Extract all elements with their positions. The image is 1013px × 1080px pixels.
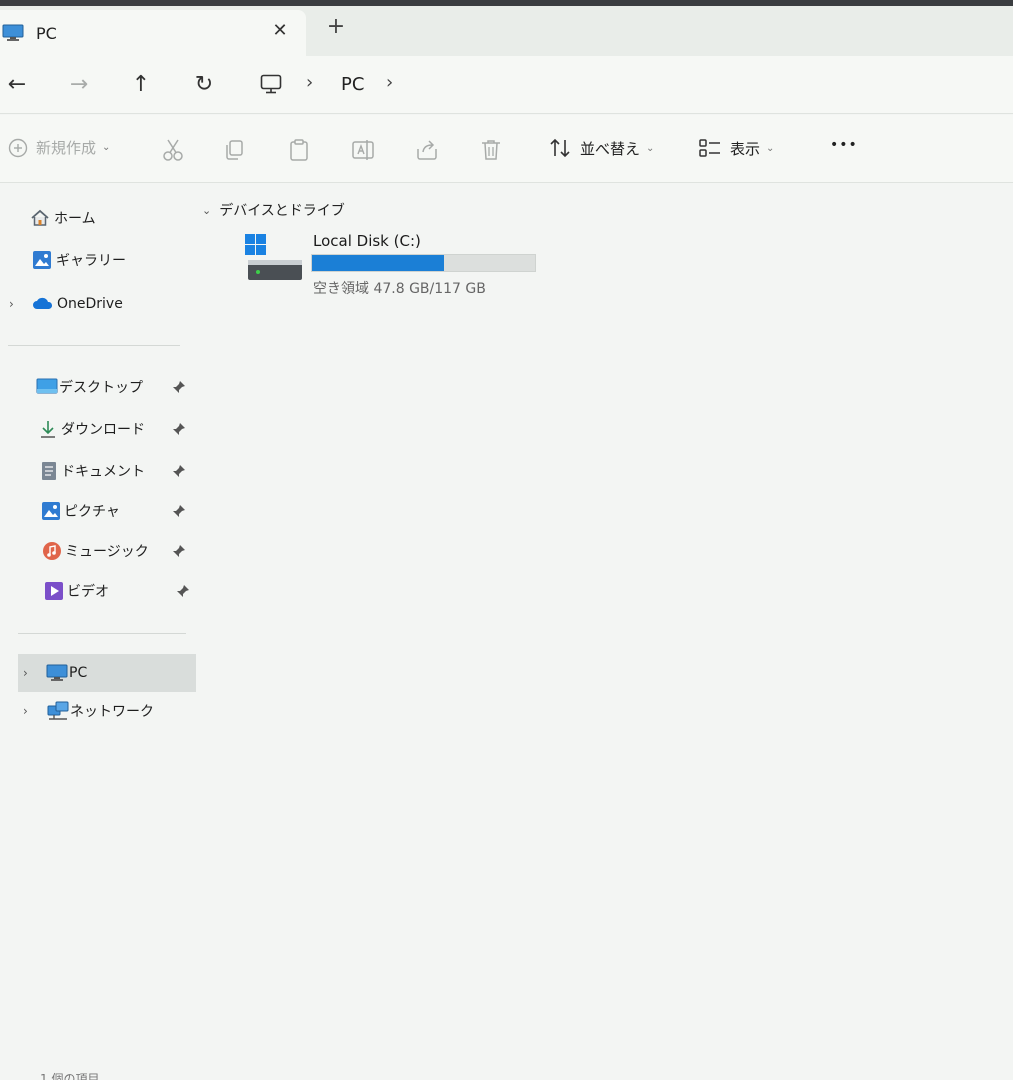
forward-button[interactable]: → — [64, 72, 94, 98]
chevron-down-icon: ⌄ — [646, 142, 655, 154]
chevron-down-icon[interactable]: ⌄ — [202, 204, 211, 217]
sidebar-item-pictures[interactable]: ピクチャ — [0, 492, 196, 530]
rename-icon[interactable] — [350, 137, 376, 163]
delete-icon[interactable] — [478, 137, 504, 163]
monitor-icon[interactable] — [260, 74, 282, 98]
new-button[interactable]: 新規作成 ⌄ — [8, 137, 110, 158]
view-label: 表示 — [730, 139, 761, 158]
network-icon — [47, 701, 69, 721]
documents-icon — [40, 461, 60, 481]
sidebar-item-label: ミュージック — [65, 544, 149, 560]
sidebar-item-label: ギャラリー — [56, 253, 126, 269]
sidebar-divider — [8, 345, 180, 346]
chevron-right-icon[interactable]: › — [23, 704, 28, 718]
plus-circle-icon — [8, 138, 28, 157]
pin-icon[interactable] — [172, 544, 186, 558]
pin-icon[interactable] — [172, 380, 186, 394]
pc-icon — [2, 24, 24, 46]
up-button[interactable]: ↑ — [126, 72, 156, 98]
new-button-label: 新規作成 — [36, 139, 97, 157]
sidebar-item-onedrive[interactable]: › OneDrive — [0, 285, 196, 323]
chevron-right-icon[interactable]: › — [23, 666, 28, 680]
back-button[interactable]: ← — [2, 72, 32, 98]
drive-item[interactable]: Local Disk (C:) 空き領域 47.8 GB/117 GB — [244, 232, 544, 302]
sidebar-item-label: ネットワーク — [70, 704, 154, 720]
sidebar-item-label: ドキュメント — [61, 464, 145, 480]
sidebar-item-network[interactable]: › ネットワーク — [18, 692, 196, 730]
more-options-button[interactable]: ••• — [830, 137, 858, 153]
pin-icon[interactable] — [172, 504, 186, 518]
drive-name: Local Disk (C:) — [313, 232, 421, 250]
tab-bar: PC ✕ + — [0, 6, 1013, 56]
view-button[interactable]: 表示 ⌄ — [698, 137, 774, 159]
pin-icon[interactable] — [172, 464, 186, 478]
download-icon — [38, 419, 58, 439]
new-tab-button[interactable]: + — [322, 14, 350, 39]
sort-label: 並べ替え — [580, 139, 641, 158]
chevron-right-icon[interactable]: › — [9, 297, 14, 311]
refresh-button[interactable]: ↻ — [189, 72, 219, 98]
command-bar: 新規作成 ⌄ 並べ替え ⌄ 表示 ⌄ ••• — [0, 115, 1013, 183]
drive-usage-fill — [312, 255, 444, 271]
chevron-down-icon: ⌄ — [766, 142, 775, 154]
file-explorer-window: PC ✕ + ← → ↑ ↻ › PC › 新規作成 ⌄ 並べ替え ⌄ 表示 ⌄… — [0, 0, 1013, 1080]
pc-icon — [46, 663, 68, 683]
pictures-icon — [41, 501, 61, 521]
sort-icon — [550, 138, 570, 158]
gallery-icon — [32, 250, 52, 270]
sidebar-item-label: デスクトップ — [59, 380, 143, 396]
paste-icon[interactable] — [286, 137, 312, 163]
drive-free-space: 空き領域 47.8 GB/117 GB — [313, 281, 486, 297]
sidebar-item-pc[interactable]: › PC — [18, 654, 196, 692]
pin-icon[interactable] — [176, 584, 190, 598]
sidebar-item-label: ピクチャ — [64, 504, 120, 520]
breadcrumb-separator[interactable]: › — [306, 72, 313, 93]
sidebar-item-videos[interactable]: ビデオ — [0, 572, 196, 610]
sidebar-item-documents[interactable]: ドキュメント — [0, 452, 196, 490]
address-bar: ← → ↑ ↻ › PC › — [0, 56, 1013, 114]
chevron-down-icon: ⌄ — [102, 142, 111, 153]
drive-icon — [244, 232, 304, 288]
sidebar-item-gallery[interactable]: ギャラリー — [0, 241, 196, 279]
sidebar-item-downloads[interactable]: ダウンロード — [0, 410, 196, 448]
sidebar-item-label: OneDrive — [57, 296, 123, 312]
copy-icon[interactable] — [222, 137, 248, 163]
home-icon — [30, 208, 50, 228]
drive-usage-bar — [311, 254, 536, 272]
breadcrumb-pc[interactable]: PC — [341, 74, 364, 95]
navigation-pane: ホーム ギャラリー › OneDrive デスクトップ ダウンロード ドキュメン… — [0, 184, 200, 1080]
tab-pc[interactable]: PC ✕ — [0, 10, 306, 56]
desktop-icon — [36, 377, 58, 397]
group-title: デバイスとドライブ — [219, 203, 345, 219]
breadcrumb-separator[interactable]: › — [386, 72, 393, 93]
tab-title: PC — [36, 24, 57, 43]
close-tab-button[interactable]: ✕ — [268, 20, 292, 41]
sidebar-item-music[interactable]: ミュージック — [0, 532, 196, 570]
content-pane: ⌄ デバイスとドライブ Local Disk (C:) 空き領域 47.8 GB… — [200, 184, 1013, 1080]
sidebar-item-home[interactable]: ホーム — [0, 199, 196, 237]
music-icon — [42, 541, 62, 561]
share-icon[interactable] — [414, 137, 440, 163]
status-bar-text: 1 個の項目 — [40, 1072, 100, 1080]
sort-button[interactable]: 並べ替え ⌄ — [548, 137, 654, 159]
pin-icon[interactable] — [172, 422, 186, 436]
sidebar-item-label: ビデオ — [67, 584, 109, 600]
sidebar-item-label: ダウンロード — [61, 422, 145, 438]
cut-icon[interactable] — [160, 137, 186, 163]
group-header-devices[interactable]: ⌄ デバイスとドライブ — [202, 200, 345, 220]
onedrive-icon — [32, 294, 53, 314]
sidebar-item-label: PC — [69, 665, 88, 681]
videos-icon — [44, 581, 64, 601]
sidebar-divider — [18, 633, 186, 634]
sidebar-item-desktop[interactable]: デスクトップ — [0, 368, 196, 406]
sidebar-item-label: ホーム — [54, 211, 96, 227]
view-icon — [699, 139, 720, 157]
